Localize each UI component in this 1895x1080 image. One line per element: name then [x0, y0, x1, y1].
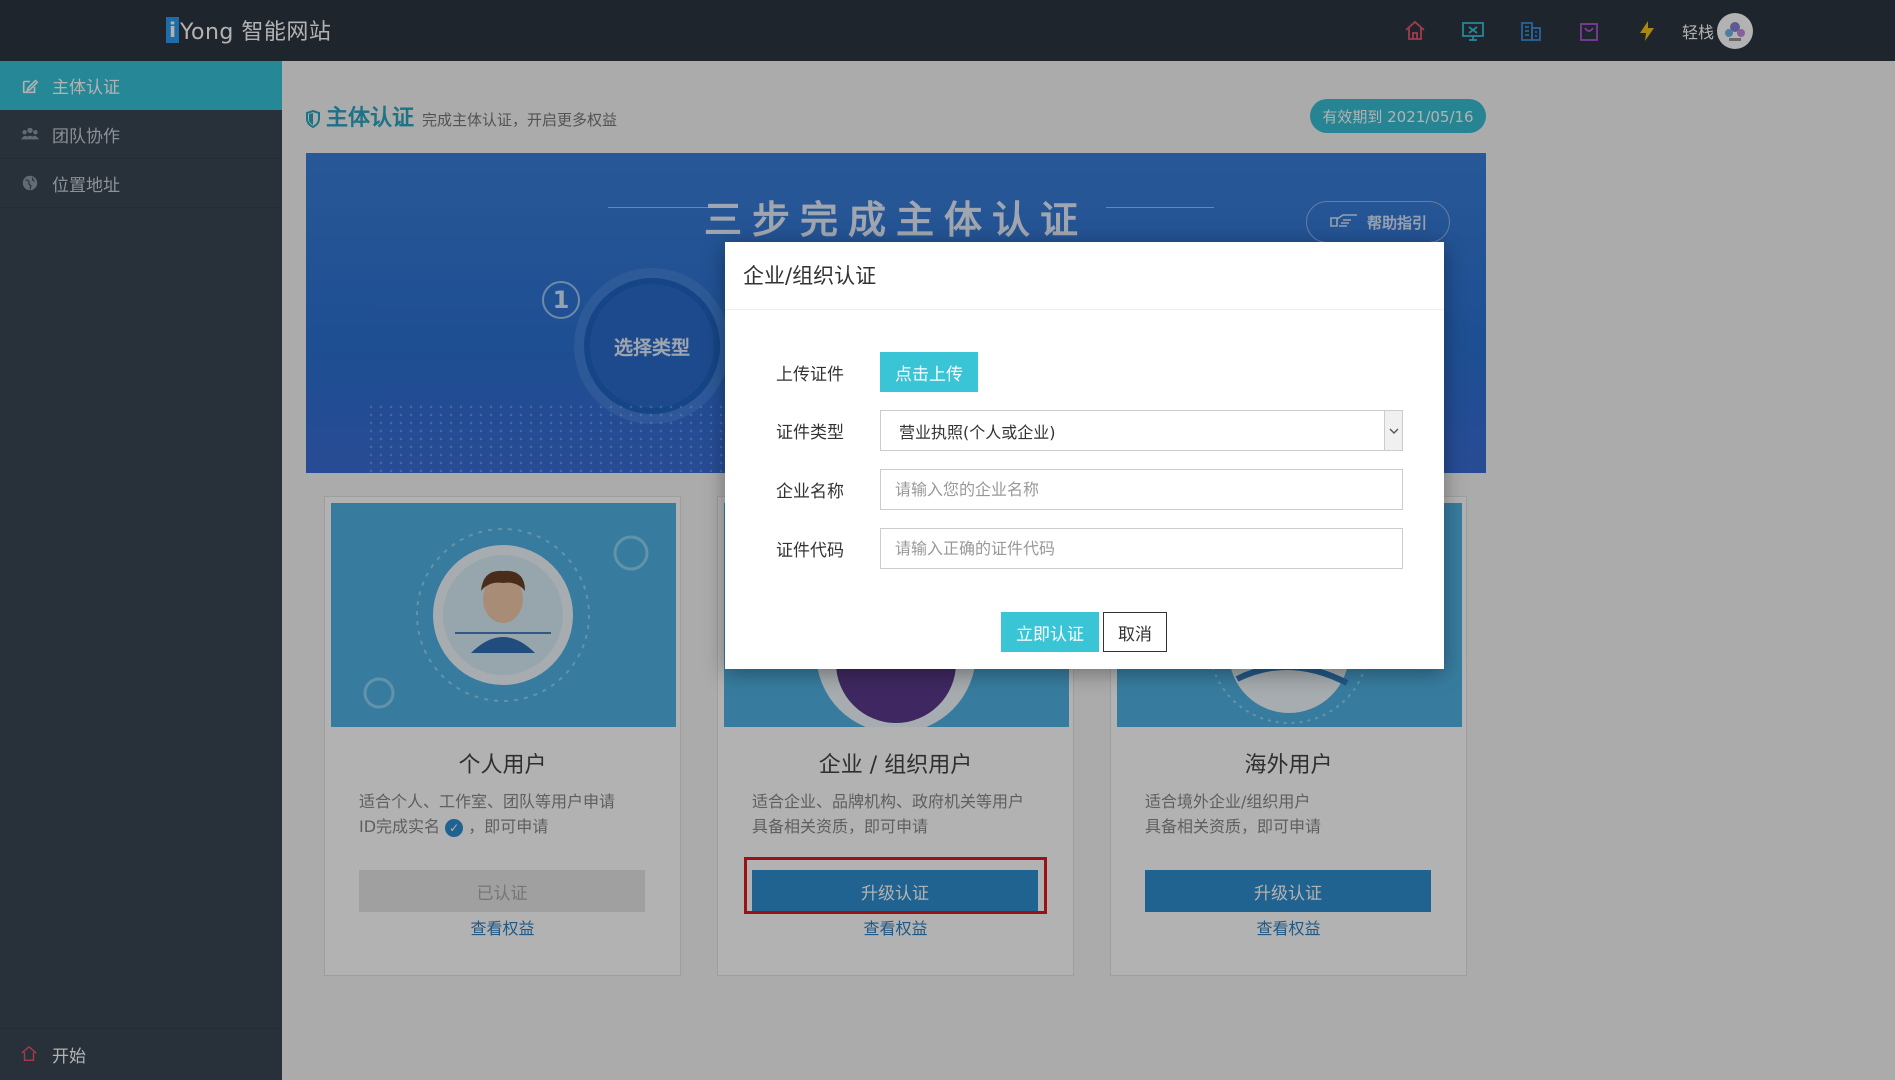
enterprise-verification-dialog: 企业/组织认证 上传证件 点击上传 证件类型 营业执照(个人或企业) 企业名称 …: [725, 242, 1444, 669]
cert-code-row: 证件代码: [776, 528, 1403, 569]
cert-code-input[interactable]: [880, 528, 1403, 569]
upload-button[interactable]: 点击上传: [880, 352, 978, 392]
cert-type-label: 证件类型: [776, 423, 844, 443]
dialog-title: 企业/组织认证: [725, 242, 1444, 310]
cert-type-select[interactable]: 营业执照(个人或企业): [880, 410, 1403, 451]
upload-row: 上传证件 点击上传: [776, 352, 978, 392]
cert-code-label: 证件代码: [776, 541, 844, 561]
upload-label: 上传证件: [776, 364, 844, 385]
chevron-down-icon: [1384, 411, 1402, 450]
cancel-button[interactable]: 取消: [1103, 612, 1167, 652]
company-name-label: 企业名称: [776, 482, 844, 502]
submit-verification-button[interactable]: 立即认证: [1001, 612, 1099, 652]
cert-type-row: 证件类型 营业执照(个人或企业): [776, 410, 1403, 451]
cert-type-value: 营业执照(个人或企业): [899, 422, 1056, 442]
company-name-row: 企业名称: [776, 469, 1403, 510]
company-name-input[interactable]: [880, 469, 1403, 510]
